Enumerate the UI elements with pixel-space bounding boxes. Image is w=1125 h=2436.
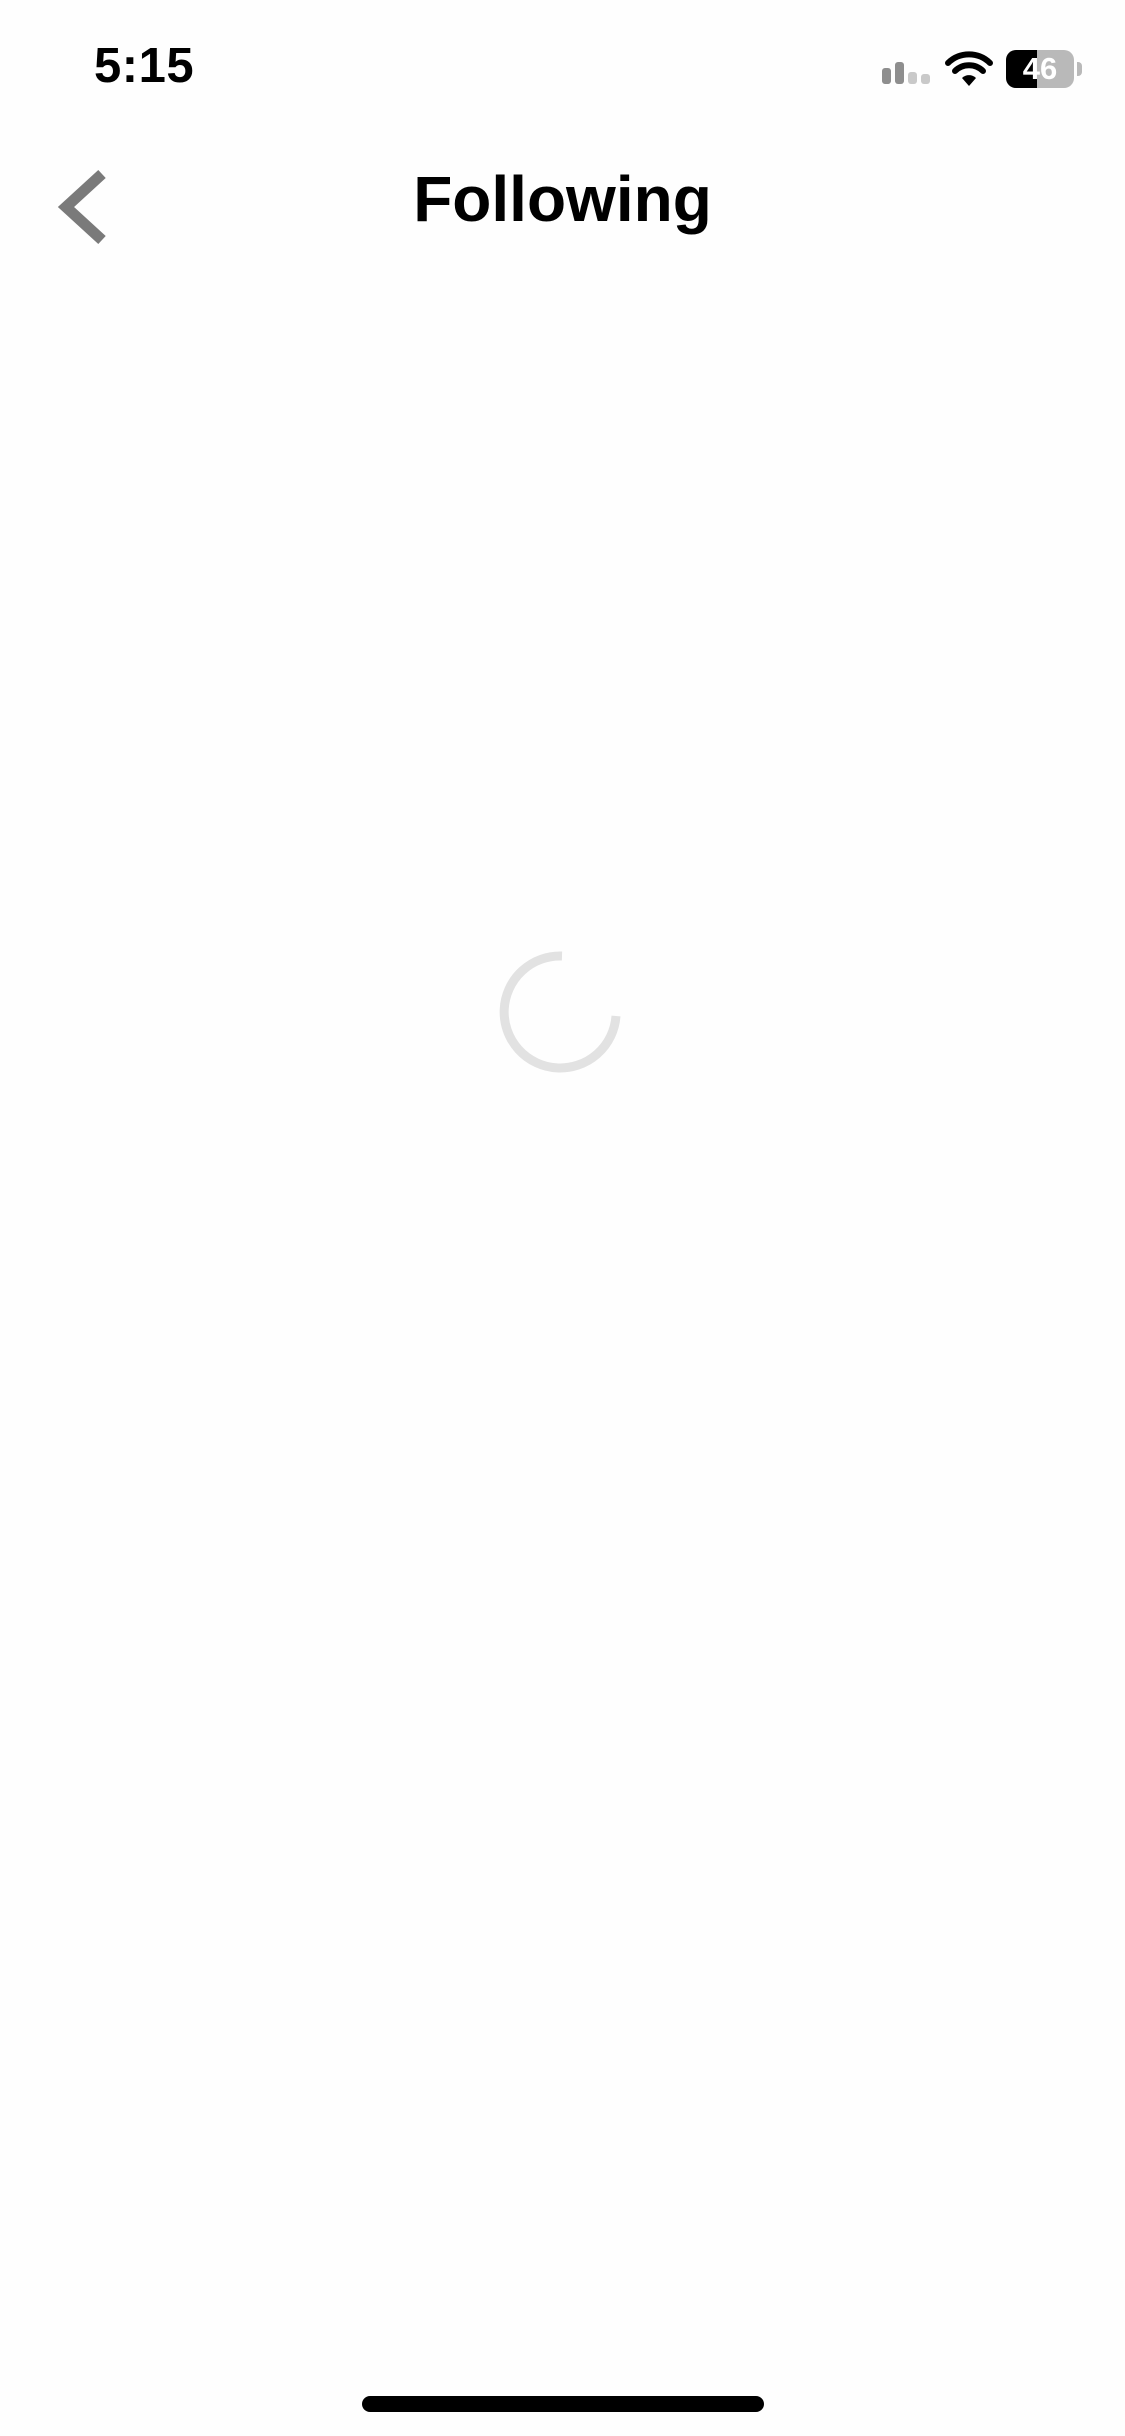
cellular-signal-icon (882, 62, 930, 84)
battery-level: 46 (1022, 51, 1058, 86)
following-screen: 5:15 46 Following (0, 0, 1125, 2436)
page-title: Following (413, 163, 712, 235)
loading-spinner-icon (499, 951, 621, 1073)
home-indicator[interactable] (362, 2396, 764, 2412)
back-button[interactable] (44, 162, 124, 252)
nav-bar: Following (0, 140, 1125, 270)
chevron-left-icon (57, 169, 106, 245)
status-time: 5:15 (94, 39, 195, 93)
wifi-icon (945, 51, 993, 86)
battery-icon: 46 (1006, 50, 1082, 88)
status-bar: 5:15 46 (0, 0, 1125, 132)
